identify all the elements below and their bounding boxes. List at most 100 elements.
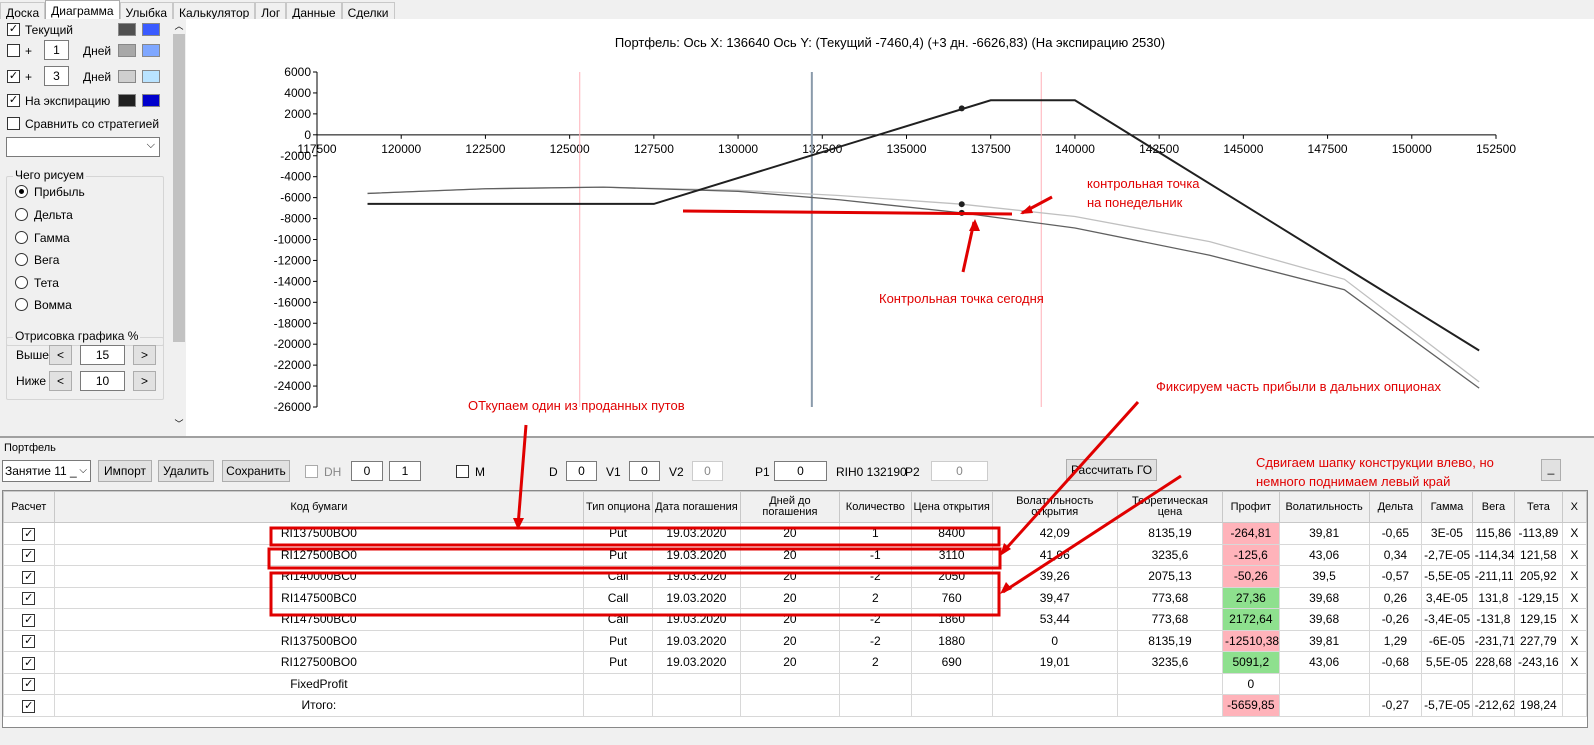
table-row[interactable]: ✓ RI127500BO0 Put 19.03.2020 20 -1 3110 41,96 32… <box>3 543 1588 566</box>
cell-x[interactable] <box>1561 694 1588 717</box>
calc-checkbox[interactable]: ✓ <box>22 635 36 649</box>
minimize-button[interactable]: _ <box>1541 459 1561 481</box>
table-row[interactable]: ✓ RI127500BO0 Put 19.03.2020 20 2 690 19,01 3235… <box>3 651 1588 674</box>
calc-checkbox-cell[interactable]: ✓ <box>3 586 55 609</box>
cell-x[interactable]: X <box>1561 651 1588 674</box>
radio-vomma[interactable] <box>15 298 28 311</box>
scroll-thumb[interactable] <box>173 34 185 342</box>
calc-checkbox-cell[interactable]: ✓ <box>3 608 55 631</box>
tab-log[interactable]: Лог <box>255 2 287 20</box>
current-color-swatch-2[interactable] <box>142 23 160 36</box>
plus1-days-input[interactable]: 1 <box>44 40 69 60</box>
column-header[interactable]: Дельта <box>1368 491 1423 523</box>
expiry-color-swatch-2[interactable] <box>142 94 160 107</box>
table-row[interactable]: ✓ RI147500BC0 Call 19.03.2020 20 2 760 39,47 773… <box>3 586 1588 609</box>
below-decrease-button[interactable]: < <box>49 371 72 391</box>
column-header[interactable]: Количество <box>838 491 912 523</box>
calc-checkbox[interactable]: ✓ <box>22 592 36 606</box>
lesson-select[interactable]: Занятие 11 _ ⌵ <box>2 460 91 482</box>
tab-deals[interactable]: Сделки <box>341 2 395 20</box>
calc-checkbox[interactable]: ✓ <box>22 656 36 670</box>
cell-x[interactable]: X <box>1561 522 1588 545</box>
above-decrease-button[interactable]: < <box>49 345 72 365</box>
cell-x[interactable] <box>1561 672 1588 695</box>
calc-checkbox[interactable]: ✓ <box>22 613 36 627</box>
p1-input[interactable]: 0 <box>774 461 827 481</box>
v1-input[interactable]: 0 <box>629 461 660 481</box>
import-button[interactable]: Импорт <box>98 460 152 482</box>
compare-checkbox[interactable] <box>7 117 20 130</box>
table-row[interactable]: ✓ RI137500BO0 Put 19.03.2020 20 1 8400 42,09 813… <box>3 522 1588 545</box>
table-row[interactable]: ✓ Итого: -5659,85 -0,27 -5,7E-05 -212,62 198,2… <box>3 694 1588 717</box>
left-panel-scrollbar[interactable]: ︿ ﹀ <box>172 19 186 436</box>
tab-board[interactable]: Доска <box>0 2 46 20</box>
dh-checkbox[interactable] <box>305 465 318 478</box>
cell-x[interactable]: X <box>1561 608 1588 631</box>
table-row[interactable]: ✓ RI147500BC0 Call 19.03.2020 20 -2 1860 53,44 7… <box>3 608 1588 631</box>
calc-checkbox[interactable]: ✓ <box>22 570 36 584</box>
radio-theta[interactable] <box>15 276 28 289</box>
column-header[interactable]: Тип опциона <box>583 491 653 523</box>
radio-vega[interactable] <box>15 253 28 266</box>
calc-checkbox[interactable]: ✓ <box>22 678 36 692</box>
splitter[interactable] <box>0 436 1594 438</box>
dh-input-2[interactable]: 1 <box>389 461 421 481</box>
cell-x[interactable]: X <box>1561 586 1588 609</box>
calc-checkbox-cell[interactable]: ✓ <box>3 565 55 588</box>
column-header[interactable]: Волатильность открытия <box>991 491 1118 523</box>
tab-data[interactable]: Данные <box>286 2 342 20</box>
p2-input[interactable]: 0 <box>931 461 988 481</box>
plus3-checkbox[interactable]: ✓ <box>7 70 20 83</box>
current-checkbox[interactable]: ✓ <box>7 23 20 36</box>
plus3-color-swatch[interactable] <box>118 70 136 83</box>
below-input[interactable]: 10 <box>80 371 125 391</box>
expiry-checkbox[interactable]: ✓ <box>7 94 20 107</box>
column-header[interactable]: Дата погашения <box>651 491 741 523</box>
calc-margin-button[interactable]: Рассчитать ГО <box>1066 459 1157 481</box>
scroll-down-icon[interactable]: ﹀ <box>172 417 186 431</box>
column-header[interactable]: Дней до погашения <box>739 491 840 523</box>
dh-input-1[interactable]: 0 <box>351 461 383 481</box>
d-input[interactable]: 0 <box>566 461 597 481</box>
plus3-days-input[interactable]: 3 <box>44 66 69 86</box>
calc-checkbox-cell[interactable]: ✓ <box>3 651 55 674</box>
delete-button[interactable]: Удалить <box>158 460 214 482</box>
above-increase-button[interactable]: > <box>133 345 156 365</box>
radio-profit[interactable] <box>15 185 28 198</box>
current-color-swatch[interactable] <box>118 23 136 36</box>
column-header[interactable]: Теоретическая цена <box>1116 491 1224 523</box>
cell-x[interactable]: X <box>1561 565 1588 588</box>
cell-x[interactable]: X <box>1561 543 1588 566</box>
column-header[interactable]: Тета <box>1514 491 1563 523</box>
radio-delta[interactable] <box>15 208 28 221</box>
radio-gamma[interactable] <box>15 231 28 244</box>
plus1-checkbox[interactable] <box>7 44 20 57</box>
table-row[interactable]: ✓ RI137500BO0 Put 19.03.2020 20 -2 1880 0 8135,1… <box>3 629 1588 652</box>
calc-checkbox-cell[interactable]: ✓ <box>3 694 55 717</box>
plus3-color-swatch-2[interactable] <box>142 70 160 83</box>
save-button[interactable]: Сохранить <box>222 460 290 482</box>
calc-checkbox-cell[interactable]: ✓ <box>3 522 55 545</box>
m-checkbox[interactable] <box>456 465 469 478</box>
table-row[interactable]: ✓ RI140000BC0 Call 19.03.2020 20 -2 2050 39,26 2… <box>3 565 1588 588</box>
column-header[interactable]: Волатильность <box>1278 491 1370 523</box>
calc-checkbox-cell[interactable]: ✓ <box>3 672 55 695</box>
plus1-color-swatch[interactable] <box>118 44 136 57</box>
above-input[interactable]: 15 <box>80 345 125 365</box>
tab-diagram[interactable]: Диаграмма <box>45 0 120 20</box>
cell-x[interactable]: X <box>1561 629 1588 652</box>
column-header[interactable]: X <box>1561 491 1588 523</box>
expiry-color-swatch[interactable] <box>118 94 136 107</box>
calc-checkbox[interactable]: ✓ <box>22 699 36 713</box>
column-header[interactable]: Цена открытия <box>910 491 993 523</box>
column-header[interactable]: Код бумаги <box>53 491 585 523</box>
column-header[interactable]: Расчет <box>3 491 55 523</box>
column-header[interactable]: Профит <box>1222 491 1280 523</box>
table-row[interactable]: ✓ FixedProfit 0 <box>3 672 1588 695</box>
column-header[interactable]: Гамма <box>1421 491 1473 523</box>
tab-calculator[interactable]: Калькулятор <box>173 2 256 20</box>
strategy-select[interactable]: ⌵ <box>6 137 160 157</box>
plus1-color-swatch-2[interactable] <box>142 44 160 57</box>
calc-checkbox-cell[interactable]: ✓ <box>3 629 55 652</box>
below-increase-button[interactable]: > <box>133 371 156 391</box>
